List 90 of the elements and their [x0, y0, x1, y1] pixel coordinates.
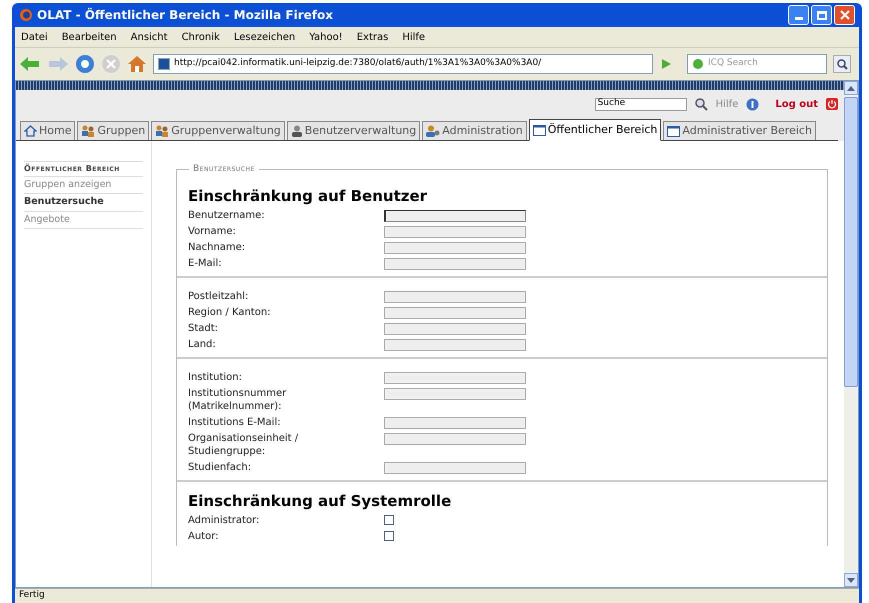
field-label: Autor: [188, 530, 220, 542]
field-label: Institutions E-Mail: [188, 416, 282, 428]
forward-arrow-icon[interactable] [47, 56, 69, 72]
field-label: Administrator: [188, 514, 260, 526]
search-icon [836, 58, 848, 70]
form-legend: Benutzersuche [189, 163, 259, 176]
search-button[interactable] [833, 55, 851, 73]
text-field[interactable] [384, 210, 526, 222]
menu-item[interactable]: Chronik [182, 30, 220, 44]
scroll-up-button[interactable] [844, 81, 858, 95]
nav-tab[interactable]: Öffentlicher Bereich [528, 119, 662, 141]
field-label: Postleitzahl: [188, 290, 250, 302]
search-field[interactable]: Suche [594, 98, 687, 110]
sidebar-link[interactable]: Benutzersuche [24, 194, 143, 212]
go-arrow-icon[interactable] [659, 57, 673, 71]
text-field[interactable] [384, 290, 526, 302]
web-search-input[interactable]: ICQ Search [708, 57, 818, 71]
text-field[interactable] [384, 388, 526, 400]
maximize-button[interactable] [811, 5, 832, 25]
nav-tab[interactable]: Administrativer Bereich [663, 121, 816, 140]
back-arrow-icon[interactable] [19, 56, 41, 72]
text-field[interactable] [384, 226, 526, 238]
person-gear-icon [426, 125, 440, 137]
field-label: Vorname: [188, 224, 237, 238]
reload-icon[interactable] [75, 54, 95, 74]
text-field[interactable] [384, 306, 526, 318]
window-icon [532, 124, 546, 136]
sidebar-link[interactable]: Gruppen anzeigen [24, 177, 143, 194]
nav-tab[interactable]: Gruppenverwaltung [151, 121, 285, 140]
menu-item[interactable]: Lesezeichen [234, 30, 296, 44]
search-engine-icon[interactable] [692, 58, 704, 70]
down-arrow-icon [847, 578, 855, 582]
address-field[interactable]: http://pcai042.informatik.uni-leipzig.de:7380/olat6/auth/1%3A1%3A0%3A0%3A0/ [153, 54, 653, 74]
window-title: OLAT - Öffentlicher Bereich - Mozilla Firefox [37, 6, 333, 24]
text-field[interactable] [384, 322, 526, 334]
field-label: E-Mail: [188, 256, 223, 270]
sidebar-heading: Öffentlicher Bereich [24, 161, 143, 177]
checkbox[interactable] [384, 530, 394, 540]
person-icon [290, 125, 303, 137]
field-label: Organisationseinheit / Studiengruppe: [188, 432, 300, 458]
checkbox[interactable] [384, 514, 394, 524]
field-label: Region / Kanton: [188, 306, 272, 318]
web-search-field[interactable]: ICQ Search [687, 54, 827, 74]
power-icon[interactable] [826, 98, 838, 110]
field-label: Stadt: [188, 322, 220, 334]
text-field[interactable] [384, 242, 526, 254]
menu-item[interactable]: Extras [356, 30, 388, 44]
text-field[interactable] [384, 258, 526, 270]
site-icon [158, 58, 170, 70]
menu-item[interactable]: Bearbeiten [62, 30, 117, 44]
nav-tab[interactable]: Administration [422, 121, 527, 140]
logout-link[interactable]: Log out [775, 96, 818, 112]
close-button[interactable] [834, 5, 855, 25]
field-label: Land: [188, 338, 217, 350]
field-label: Institution: [188, 370, 243, 384]
text-field[interactable] [384, 462, 526, 474]
text-field[interactable] [384, 372, 526, 384]
nav-tab[interactable]: Benutzerverwaltung [286, 121, 420, 140]
status-text: Fertig [19, 589, 45, 602]
text-field[interactable] [384, 338, 526, 350]
house-icon [24, 125, 37, 137]
menu-item[interactable]: Ansicht [130, 30, 168, 44]
scrollbar-thumb[interactable] [844, 97, 858, 387]
field-label: Studienfach: [188, 460, 252, 474]
section-heading: Einschränkung auf Systemrolle [188, 492, 452, 510]
people-icon [155, 125, 170, 137]
nav-tab[interactable]: Home [20, 121, 76, 140]
search-icon[interactable] [694, 98, 708, 110]
up-arrow-icon [847, 86, 855, 90]
section-heading: Einschränkung auf Benutzer [188, 186, 428, 204]
nav-tab[interactable]: Gruppen [77, 121, 150, 140]
firefox-logo-icon [19, 8, 33, 22]
menu-item[interactable]: Datei [21, 30, 48, 44]
sidebar-link[interactable]: Angebote [24, 212, 143, 229]
minimize-button[interactable] [788, 5, 809, 25]
scrollbar[interactable] [844, 81, 858, 587]
field-label: Nachname: [188, 240, 246, 254]
menu-item[interactable]: Yahoo! [309, 30, 343, 44]
help-icon[interactable] [746, 98, 760, 110]
text-field[interactable] [384, 432, 526, 444]
scroll-down-button[interactable] [844, 573, 858, 587]
people-icon [81, 125, 96, 137]
menu-item[interactable]: Hilfe [402, 30, 426, 44]
field-label: Institutionsnummer (Matrikelnummer): [188, 386, 288, 412]
close-icon [840, 10, 850, 20]
text-field[interactable] [384, 416, 526, 428]
field-label: Benutzername: [188, 208, 266, 222]
home-icon[interactable] [127, 54, 147, 74]
stop-icon[interactable] [101, 54, 121, 74]
window-icon [667, 126, 680, 136]
